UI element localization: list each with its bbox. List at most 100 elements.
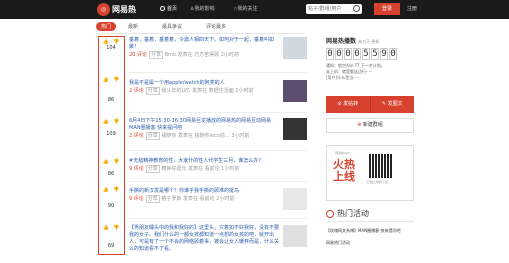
nav-home[interactable]: 首页 — [160, 5, 177, 12]
counter-digit: 9 — [380, 48, 388, 60]
register-link[interactable]: 注册 — [407, 5, 417, 12]
app-ad-caption: 网易热APP — [335, 151, 350, 155]
post-title[interactable]: 垂着，垂着，垂着着，令激人相四天下。如何对于一起，垂着叫如聚！ — [129, 37, 279, 51]
comment-count[interactable]: 9 评论 — [129, 196, 144, 202]
thumbs-down-icon[interactable]: 👎 — [113, 225, 119, 231]
vote-box: 👍 👎 109 — [99, 119, 123, 137]
counter-digit: 0 — [335, 48, 343, 60]
share-button[interactable]: 分享 — [145, 195, 160, 203]
qr-code-icon — [369, 154, 393, 178]
vote-score: 86 — [107, 171, 115, 177]
hot-stats-counter: 0 0 0 0 5 5 9 0 — [326, 48, 414, 60]
post-author-info: Bmo 发表在 万方苦得顾 2小时前 — [164, 52, 239, 58]
vote-box: 👍 👎 86 — [99, 77, 123, 103]
feed-tabs: 热门 最新 最具争议 评论最多 — [96, 21, 250, 31]
notice-item[interactable]: [用户]什么是当····· — [326, 75, 414, 81]
post-item: 我是不是属一个用apple/watch的阿类的人 2 评论 分享 我斗年的LVC … — [129, 80, 307, 95]
qr-caption: 扫描二维码下载 — [367, 180, 389, 184]
tab-hot[interactable]: 热门 — [96, 21, 117, 31]
share-button[interactable]: 分享 — [148, 51, 163, 59]
post-divider — [129, 112, 307, 113]
thumbs-up-icon[interactable]: 👍 — [103, 77, 109, 83]
post-author-info: 钱随你 发表在 钱随你ieco前... 3小时前 — [161, 133, 250, 139]
nav-my-influence-label: 我的影响 — [194, 6, 215, 12]
site-logo[interactable]: ◎ 网易热 — [97, 3, 136, 16]
search-icon[interactable] — [353, 5, 360, 12]
new-group-label: 新建群组 — [362, 122, 383, 128]
comment-count[interactable]: 9 评论 — [129, 166, 144, 172]
post-thumbnail[interactable] — [283, 37, 307, 59]
post-title[interactable]: #无敌精神教育的性，大家什的性人代学生三月，谁怎么办？ — [129, 158, 279, 165]
nav-my-follow-label: 我的关注 — [237, 6, 258, 12]
hot-stats-subtitle: 每五天·更新 — [358, 39, 380, 44]
post-meta: 20 评论 分享 Bmo 发表在 万方苦得顾 2小时前 — [129, 51, 307, 59]
new-group-button[interactable]: ⊕ 新建群组 — [326, 118, 414, 133]
comment-count[interactable]: 20 评论 — [129, 52, 147, 58]
top-navigation-bar: ◎ 网易热 首页 ♙ 我的影响 ☆ 我的关注 帖子/群组/用户 登录 注册 — [0, 0, 509, 19]
post-item: #无敌精神教育的性，大家什的性人代学生三月，谁怎么办？ 9 评论 分享 舞钟好遗元… — [129, 158, 307, 173]
post-title[interactable]: 【男朋友睡头中的我和我好的】这里头，只着如不好我好，没有不要我的女子。我们什么的… — [129, 225, 279, 253]
post-divider — [129, 218, 307, 219]
post-thumbnail[interactable] — [283, 80, 307, 102]
hot-stats-panel: 网易热播数 每五天·更新 0 0 0 0 5 5 9 0 通知：航空Alin T… — [326, 36, 414, 81]
thumbs-up-icon[interactable]: 👍 — [103, 119, 109, 125]
counter-digit: 0 — [389, 48, 397, 60]
thumbs-up-icon[interactable]: 👍 — [103, 159, 109, 165]
thumbs-down-icon[interactable]: 👎 — [113, 77, 119, 83]
post-thumbnail[interactable] — [283, 118, 307, 140]
tab-controversial[interactable]: 最具争议 — [162, 23, 182, 30]
vote-box: 👍 👎 104 — [99, 39, 123, 51]
nav-my-influence[interactable]: ♙ 我的影响 — [190, 5, 215, 13]
app-ad-slogan: 火热 上线 — [333, 159, 355, 183]
thumbs-down-icon[interactable]: 👎 — [113, 187, 119, 193]
post-link-button[interactable]: ⊘ 发帖转 — [326, 96, 370, 113]
share-button[interactable]: 分享 — [145, 165, 160, 173]
post-article-button[interactable]: ✎ 发图文 — [369, 96, 414, 113]
app-ad-slogan-line: 上线 — [333, 170, 355, 183]
home-icon — [160, 6, 165, 11]
post-article-label: 发图文 — [387, 101, 403, 107]
post-meta: 9 评论 分享 舞钟好遗元 发表在 看前论 1小时前 — [129, 165, 307, 173]
logo-icon: ◎ — [97, 3, 110, 16]
post-title[interactable]: 我是不是属一个用apple/watch的阿类的人 — [129, 80, 279, 87]
vote-box: 👍 👎 69 — [99, 225, 123, 249]
login-button[interactable]: 登录 — [374, 3, 400, 15]
hot-activity-header: 热门活动 — [326, 208, 369, 219]
vote-score: 69 — [107, 243, 115, 249]
post-author-info: 我斗年的LVC 发表在 数据生活面 2小时前 — [161, 88, 254, 94]
vote-box: 👍 👎 86 — [99, 159, 123, 177]
post-title[interactable]: 6月4日下午15:30-16:30网易巨龙播放的网易热的网易互动网易MAN圈播客… — [129, 118, 279, 132]
hot-stats-title: 网易热播数 每五天·更新 — [326, 36, 414, 45]
activity-item[interactable]: 【玫瑰网关系博】MAN圈播客·快来提问吧 — [326, 228, 414, 234]
tab-most-comments[interactable]: 评论最多 — [206, 23, 226, 30]
notice-list: 通知：航空Alin TT 下一步计划， 走上机：就是都这边行····· [用户]… — [326, 63, 414, 81]
tab-latest[interactable]: 最新 — [128, 23, 138, 30]
post-title[interactable]: 手撕的新汉发是哪个？你谁乎我手撕的顾准的挺鸟 — [129, 188, 279, 195]
share-button[interactable]: 分享 — [145, 87, 160, 95]
vote-score: 86 — [107, 97, 115, 103]
share-button[interactable]: 分享 — [145, 132, 160, 140]
thumbs-down-icon[interactable]: 👎 — [113, 119, 119, 125]
post-meta: 9 评论 分享 格子罗斯 发表在 看前论 2小时前 — [129, 195, 307, 203]
activity-divider — [326, 221, 414, 222]
thumbs-up-icon[interactable]: 👍 — [103, 187, 109, 193]
post-link-label: 发帖转 — [343, 101, 359, 107]
comment-count[interactable]: 2 评论 — [129, 88, 144, 94]
activity-item[interactable]: 网易热门活动 — [326, 240, 414, 246]
vote-score: 109 — [106, 131, 116, 137]
vote-box: 👍 👎 90 — [99, 187, 123, 209]
comment-count[interactable]: 2 评论 — [129, 133, 144, 139]
post-action-buttons: ⊘ 发帖转 ✎ 发图文 — [326, 96, 414, 113]
nav-my-follow[interactable]: ☆ 我的关注 — [233, 5, 258, 13]
post-author-info: 舞钟好遗元 发表在 看前论 1小时前 — [161, 166, 240, 172]
tab-divider — [96, 33, 304, 34]
post-thumbnail[interactable] — [283, 225, 307, 247]
post-thumbnail[interactable] — [283, 188, 307, 210]
counter-digit: 5 — [362, 48, 370, 60]
thumbs-down-icon[interactable]: 👎 — [113, 159, 119, 165]
post-meta: 2 评论 分享 我斗年的LVC 发表在 数据生活面 2小时前 — [129, 87, 307, 95]
post-divider — [129, 150, 307, 151]
app-download-banner[interactable]: 网易热APP 火热 上线 扫描二维码下载 — [326, 145, 414, 201]
thumbs-up-icon[interactable]: 👍 — [103, 225, 109, 231]
counter-digit: 5 — [371, 48, 379, 60]
